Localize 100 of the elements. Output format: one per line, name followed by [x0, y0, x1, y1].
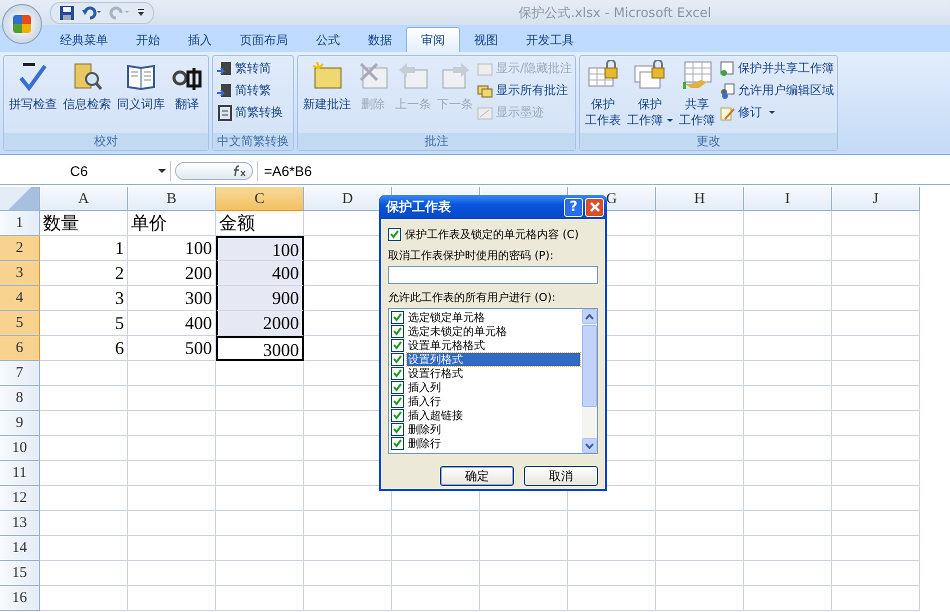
help-button[interactable]: ? — [564, 198, 583, 216]
table-cell[interactable] — [744, 561, 832, 586]
table-cell[interactable] — [832, 386, 920, 411]
ribbon-button[interactable]: 繁转简 — [216, 59, 283, 78]
table-cell[interactable] — [744, 211, 832, 236]
dialog-button[interactable]: 取消 — [524, 466, 598, 486]
scrollbar[interactable] — [582, 309, 597, 453]
table-cell[interactable] — [304, 561, 392, 586]
formula-field[interactable]: =A6*B6 — [257, 161, 950, 181]
table-cell[interactable] — [128, 486, 216, 511]
table-cell[interactable]: 6 — [40, 336, 128, 361]
ribbon-tab[interactable]: 视图 — [460, 28, 512, 52]
table-cell[interactable] — [656, 461, 744, 486]
table-cell[interactable] — [216, 386, 304, 411]
table-cell[interactable]: 单价 — [128, 211, 216, 236]
table-cell[interactable] — [40, 511, 128, 536]
table-cell[interactable] — [40, 461, 128, 486]
list-item[interactable]: 设置单元格格式 — [407, 338, 486, 352]
table-cell[interactable] — [216, 411, 304, 436]
row-header[interactable]: 6 — [0, 336, 40, 361]
row-header[interactable]: 3 — [0, 261, 40, 286]
ribbon-button[interactable]: 修订 — [719, 103, 834, 122]
ribbon-button[interactable]: 简繁转换 — [216, 103, 283, 122]
table-cell[interactable] — [832, 461, 920, 486]
list-item[interactable]: 设置行格式 — [407, 366, 464, 380]
table-cell[interactable] — [128, 511, 216, 536]
table-cell[interactable] — [392, 536, 480, 561]
table-cell[interactable] — [128, 411, 216, 436]
table-cell[interactable] — [480, 586, 568, 611]
undo-icon[interactable] — [81, 4, 103, 20]
list-item[interactable]: 设置列格式 — [407, 352, 580, 366]
ribbon-button[interactable]: 允许用户编辑区域 — [719, 81, 834, 100]
table-cell[interactable] — [392, 511, 480, 536]
table-cell[interactable] — [656, 286, 744, 311]
table-cell[interactable] — [128, 361, 216, 386]
table-cell[interactable] — [656, 536, 744, 561]
table-cell[interactable] — [304, 536, 392, 561]
ribbon-button[interactable]: 同义词库 — [115, 58, 167, 131]
row-header[interactable]: 10 — [0, 436, 40, 461]
ribbon-tab[interactable]: 页面布局 — [226, 28, 302, 52]
row-header[interactable]: 13 — [0, 511, 40, 536]
table-cell[interactable] — [40, 586, 128, 611]
table-cell[interactable] — [744, 236, 832, 261]
table-cell[interactable] — [832, 211, 920, 236]
table-cell[interactable] — [744, 436, 832, 461]
office-button[interactable] — [2, 4, 42, 44]
save-icon[interactable] — [59, 4, 75, 20]
list-item[interactable]: 插入列 — [407, 380, 442, 394]
checkbox[interactable] — [391, 366, 404, 380]
row-header[interactable]: 12 — [0, 486, 40, 511]
row-header[interactable]: 8 — [0, 386, 40, 411]
checkbox[interactable] — [388, 228, 401, 241]
table-cell[interactable] — [832, 436, 920, 461]
table-cell[interactable] — [656, 211, 744, 236]
table-cell[interactable] — [744, 536, 832, 561]
table-cell[interactable] — [744, 511, 832, 536]
table-cell[interactable] — [832, 361, 920, 386]
table-cell[interactable]: 3000 — [216, 336, 304, 361]
ribbon-tab[interactable]: 公式 — [302, 28, 354, 52]
checkbox[interactable] — [391, 380, 404, 394]
table-cell[interactable]: 2000 — [216, 311, 304, 336]
table-cell[interactable] — [40, 436, 128, 461]
table-cell[interactable] — [128, 561, 216, 586]
row-header[interactable]: 7 — [0, 361, 40, 386]
checkbox[interactable] — [391, 408, 404, 422]
list-item[interactable]: 插入行 — [407, 394, 442, 408]
table-cell[interactable] — [744, 586, 832, 611]
ribbon-button[interactable]: 新建批注 — [301, 58, 353, 131]
checkbox[interactable] — [391, 394, 404, 408]
table-cell[interactable] — [744, 336, 832, 361]
table-cell[interactable] — [832, 561, 920, 586]
scroll-down-icon[interactable] — [585, 442, 594, 448]
table-cell[interactable] — [656, 511, 744, 536]
table-cell[interactable] — [128, 461, 216, 486]
table-cell[interactable] — [216, 461, 304, 486]
row-header[interactable]: 15 — [0, 561, 40, 586]
table-cell[interactable] — [480, 536, 568, 561]
table-cell[interactable] — [656, 586, 744, 611]
table-cell[interactable] — [656, 261, 744, 286]
table-cell[interactable] — [656, 236, 744, 261]
list-item[interactable]: 选定锁定单元格 — [407, 310, 486, 324]
table-cell[interactable] — [216, 536, 304, 561]
table-cell[interactable] — [744, 261, 832, 286]
table-cell[interactable]: 2 — [40, 261, 128, 286]
table-cell[interactable]: 400 — [216, 261, 304, 286]
close-button[interactable] — [585, 198, 604, 216]
table-cell[interactable] — [304, 586, 392, 611]
table-cell[interactable] — [216, 486, 304, 511]
customize-icon[interactable] — [137, 8, 145, 18]
ribbon-button[interactable]: 简转繁 — [216, 81, 283, 100]
table-cell[interactable] — [304, 511, 392, 536]
table-cell[interactable] — [744, 286, 832, 311]
table-cell[interactable] — [656, 561, 744, 586]
table-cell[interactable] — [744, 311, 832, 336]
table-cell[interactable] — [656, 386, 744, 411]
list-item[interactable]: 删除行 — [407, 436, 442, 450]
checkbox[interactable] — [391, 324, 404, 338]
row-header[interactable]: 14 — [0, 536, 40, 561]
ribbon-tab[interactable]: 审阅 — [406, 27, 460, 52]
table-cell[interactable] — [216, 511, 304, 536]
